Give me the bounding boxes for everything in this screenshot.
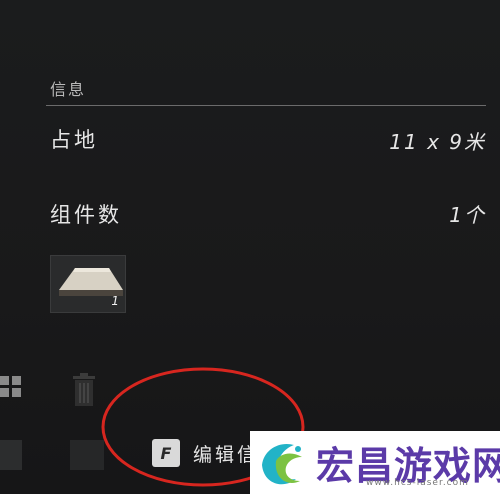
component-quantity: 1 xyxy=(111,294,119,308)
area-value: 11 x 9米 xyxy=(389,130,486,154)
section-divider xyxy=(46,105,486,106)
watermark-url: www.hcs-laser.com xyxy=(366,478,469,488)
section-title: 信息 xyxy=(50,80,87,99)
site-logo-icon xyxy=(262,443,302,485)
trash-icon[interactable] xyxy=(70,372,98,412)
edit-info-button[interactable]: 编辑信 xyxy=(193,440,253,467)
f-key-icon[interactable]: F xyxy=(152,439,180,467)
component-count-label: 组件数 xyxy=(50,203,122,227)
area-label: 占地 xyxy=(50,128,98,152)
component-count-value: 1个 xyxy=(449,203,486,227)
info-panel: 信息 占地 11 x 9米 组件数 1个 1 F 编辑信 宏昌游戏网 www.h… xyxy=(0,0,500,494)
watermark: 宏昌游戏网 www.hcs-laser.com xyxy=(250,431,500,494)
faded-slot-icon xyxy=(0,440,22,470)
component-card[interactable]: 1 xyxy=(50,255,126,313)
